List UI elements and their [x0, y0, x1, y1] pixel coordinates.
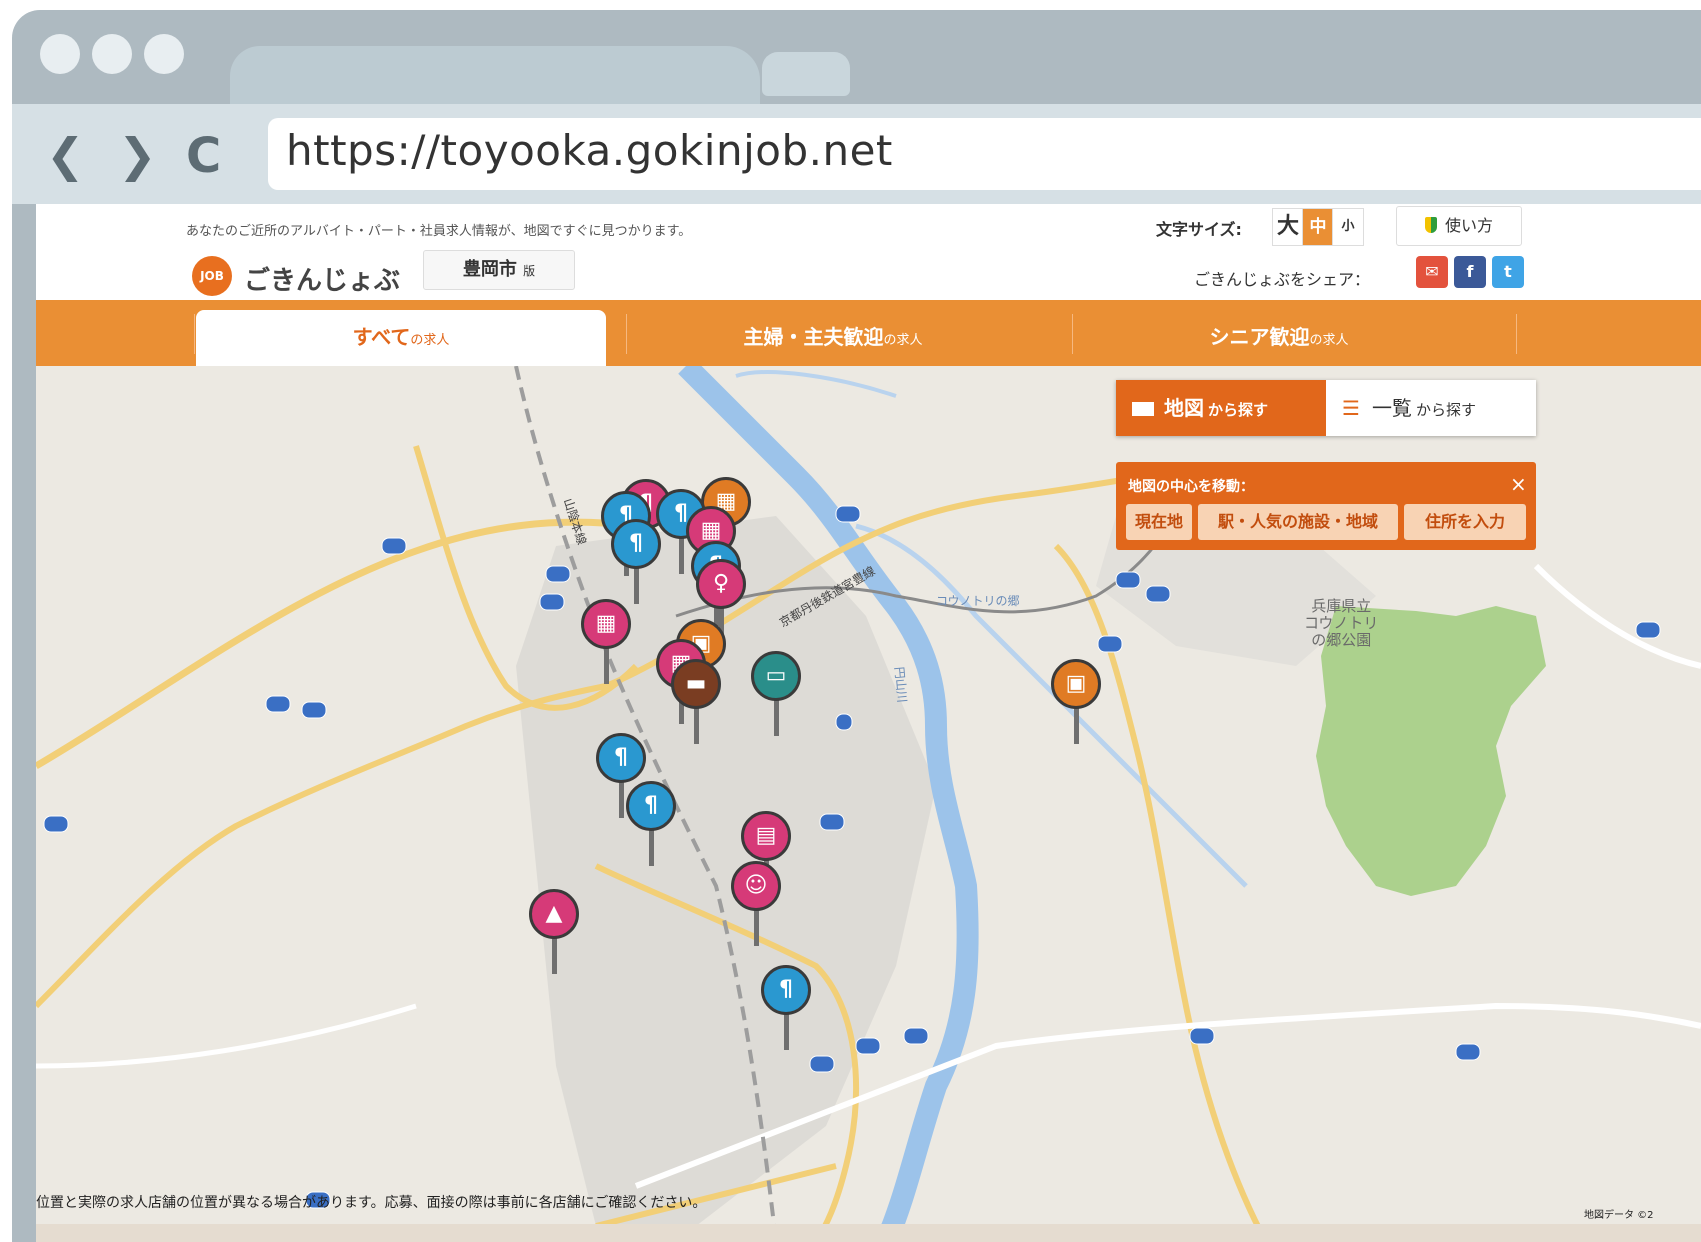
restaurant-job-pin-icon[interactable]: ¶	[596, 733, 646, 783]
footer-strip	[36, 1224, 1701, 1242]
pin-stem	[619, 778, 624, 818]
station-label: コウノトリの郷	[936, 594, 1020, 608]
twitter-share-icon[interactable]: t	[1492, 256, 1524, 288]
fontsize-small-button[interactable]: 小	[1332, 208, 1364, 246]
howto-button[interactable]: 使い方	[1396, 206, 1522, 246]
sofa-job-pin-icon[interactable]: ▬	[671, 659, 721, 709]
dress-job-pin-icon[interactable]: ♀	[696, 559, 746, 609]
search-by-list-suffix: から探す	[1415, 401, 1476, 419]
pin-stem	[604, 644, 609, 684]
pin-stem	[784, 1010, 789, 1050]
web-page: あなたのご近所のアルバイト・パート・社員求人情報が、地図ですぐに見つかります。 …	[36, 204, 1701, 1242]
tab-all[interactable]: すべての求人	[196, 310, 606, 366]
pin-stem	[1074, 704, 1079, 744]
tab-senior[interactable]: シニア歓迎の求人	[1074, 310, 1484, 366]
truck-job-pin-icon[interactable]: ▭	[751, 651, 801, 701]
pin-stem	[774, 696, 779, 736]
fontsize-label: 文字サイズ:	[1156, 220, 1242, 239]
map-pin-icon	[1132, 402, 1154, 416]
share-label: ごきんじょぶをシェア：	[1194, 270, 1371, 289]
city-name: 豊岡市	[462, 259, 517, 280]
current-location-button[interactable]: 現在地	[1126, 504, 1192, 540]
station-facility-button[interactable]: 駅・人気の施設・地域	[1198, 504, 1398, 540]
park-label: 兵庫県立 コウノトリ の郷公園	[1304, 597, 1379, 649]
browser-tab-active[interactable]	[230, 46, 760, 104]
nav-divider	[1516, 314, 1517, 354]
search-by-map-button[interactable]: 地図 から探す	[1116, 380, 1326, 436]
tab-housewife-suffix: の求人	[883, 333, 923, 348]
restaurant-job-pin-icon[interactable]: ¶	[611, 519, 661, 569]
fontsize-large-button[interactable]: 大	[1272, 208, 1304, 246]
search-by-list-button[interactable]: ☰ 一覧 から探す	[1326, 380, 1536, 436]
category-nav: すべての求人 主婦・主夫歓迎の求人 シニア歓迎の求人	[36, 300, 1701, 366]
nav-divider	[626, 314, 627, 354]
pin-stem	[694, 704, 699, 744]
film-job-pin-icon[interactable]: ▤	[741, 811, 791, 861]
tab-senior-label: シニア歓迎	[1209, 325, 1310, 349]
tab-all-suffix: の求人	[410, 333, 450, 348]
restaurant-job-pin-icon[interactable]: ¶	[626, 781, 676, 831]
nav-divider	[1072, 314, 1073, 354]
map-credit: 地図データ ©2	[1584, 1210, 1654, 1221]
city-suffix: 版	[523, 264, 536, 278]
reload-icon[interactable]: C	[186, 128, 221, 184]
pin-stem	[679, 534, 684, 574]
window-close-dot[interactable]	[40, 34, 80, 74]
pin-stem	[634, 564, 639, 604]
pin-stem	[552, 934, 557, 974]
window-minimize-dot[interactable]	[92, 34, 132, 74]
tab-all-label: すべて	[352, 325, 411, 349]
enter-address-button[interactable]: 住所を入力	[1404, 504, 1526, 540]
url-text: https://toyooka.gokinjob.net	[286, 126, 893, 175]
howto-label: 使い方	[1444, 216, 1493, 235]
fontsize-medium-button[interactable]: 中	[1302, 208, 1334, 246]
forward-icon[interactable]: ❯	[118, 128, 157, 182]
map-notice: 位置と実際の求人店舗の位置が異なる場合があります。応募、面接の際は事前に各店舗に…	[36, 1195, 707, 1211]
mail-share-icon[interactable]: ✉	[1416, 256, 1448, 288]
move-center-title: 地図の中心を移動：	[1128, 479, 1254, 495]
shop-job-pin-icon[interactable]: ▦	[581, 599, 631, 649]
facebook-share-icon[interactable]: f	[1454, 256, 1486, 288]
search-by-map-label: 地図	[1164, 396, 1204, 420]
search-by-list-label: 一覧	[1371, 396, 1412, 420]
list-icon: ☰	[1342, 396, 1360, 420]
tagline: あなたのご近所のアルバイト・パート・社員求人情報が、地図ですぐに見つかります。	[186, 224, 692, 239]
river-label: 円山川	[892, 666, 910, 704]
back-icon[interactable]: ❮	[46, 128, 85, 182]
city-selector[interactable]: 豊岡市 版	[423, 250, 575, 290]
close-icon[interactable]: ×	[1510, 472, 1527, 496]
restaurant-job-pin-icon[interactable]: ¶	[761, 965, 811, 1015]
pin-stem	[649, 826, 654, 866]
move-center-panel: 地図の中心を移動： × 現在地 駅・人気の施設・地域 住所を入力	[1116, 462, 1536, 550]
job-map[interactable]: 兵庫県立 コウノトリ の郷公園 山陰本線 京都丹後鉄道宮豊線 円山川 コウノトリ…	[36, 366, 1701, 1242]
nav-divider	[194, 314, 195, 354]
window-maximize-dot[interactable]	[144, 34, 184, 74]
browser-new-tab[interactable]	[762, 52, 850, 96]
store24-job-pin-icon[interactable]: ▣	[1051, 659, 1101, 709]
search-by-map-suffix: から探す	[1208, 401, 1269, 419]
logo-text[interactable]: ごきんじょぶ	[244, 260, 400, 297]
tab-housewife-label: 主婦・主夫歓迎	[743, 325, 884, 349]
tab-senior-suffix: の求人	[1309, 333, 1349, 348]
search-mode-switch: 地図 から探す ☰ 一覧 から探す	[1116, 380, 1536, 436]
cake-job-pin-icon[interactable]: ▲	[529, 889, 579, 939]
child-job-pin-icon[interactable]: ☺	[731, 861, 781, 911]
pin-stem	[754, 906, 759, 946]
logo-badge[interactable]: JOB	[192, 256, 232, 296]
beginner-icon	[1424, 217, 1437, 233]
tab-housewife[interactable]: 主婦・主夫歓迎の求人	[628, 310, 1038, 366]
